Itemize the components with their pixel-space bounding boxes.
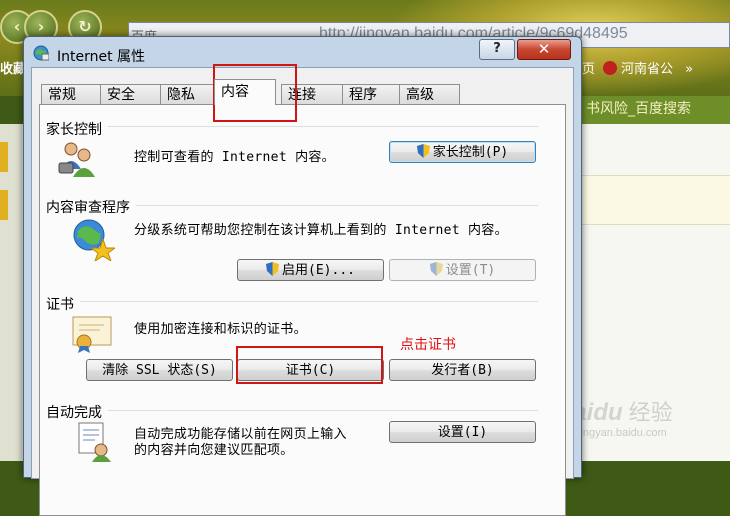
parental-section-title: 家长控制	[46, 119, 108, 139]
click-certificates-annotation: 点击证书	[400, 337, 456, 353]
enable-advisor-button-label: 启用(E)...	[282, 263, 355, 278]
page-left-strip	[0, 124, 22, 461]
tab-security[interactable]: 安全	[100, 84, 161, 104]
tab-privacy[interactable]: 隐私	[160, 84, 215, 104]
certificates-description: 使用加密连接和标识的证书。	[134, 322, 307, 337]
uac-shield-icon	[266, 262, 280, 276]
certificate-icon	[72, 316, 112, 353]
dialog-titlebar[interactable]: Internet 属性 ? ✕	[24, 37, 581, 71]
advisor-description: 分级系统可帮助您控制在该计算机上看到的 Internet 内容。	[134, 223, 508, 238]
favorites-bar-right: 页 河南省公 »	[582, 58, 693, 77]
tab-programs[interactable]: 程序	[342, 84, 400, 104]
parental-controls-button[interactable]: 家长控制(P)	[389, 141, 536, 163]
autocomplete-settings-button[interactable]: 设置(I)	[389, 421, 536, 443]
help-button[interactable]: ?	[479, 39, 515, 60]
clear-ssl-state-button[interactable]: 清除 SSL 状态(S)	[86, 359, 233, 381]
internet-properties-dialog: Internet 属性 ? ✕ 常规 安全 隐私 内容 连接 程序 高级 家长控…	[23, 36, 582, 516]
tab-content[interactable]: 内容	[214, 79, 276, 105]
certificates-section-title: 证书	[46, 294, 80, 314]
uac-shield-icon	[429, 262, 443, 276]
watermark-jingyan: 经验	[628, 400, 673, 425]
advisor-settings-button[interactable]: 设置(T)	[389, 259, 536, 281]
page-banner	[580, 175, 730, 225]
publishers-button[interactable]: 发行者(B)	[389, 359, 536, 381]
autocomplete-form-icon	[78, 422, 111, 462]
watermark-url: jingyan.baidu.com	[578, 427, 667, 439]
location-pin-icon	[603, 61, 618, 75]
close-button[interactable]: ✕	[517, 39, 571, 60]
certificates-button-highlight	[236, 346, 383, 384]
tab-general[interactable]: 常规	[41, 84, 101, 104]
dialog-title: Internet 属性	[57, 49, 146, 65]
autocomplete-description-line2: 的内容并向您建议匹配项。	[134, 443, 294, 458]
fav-item-henan[interactable]: 河南省公	[621, 62, 673, 77]
internet-globe-icon	[33, 45, 49, 61]
tab-advanced[interactable]: 高级	[399, 84, 460, 104]
parental-description: 控制可查看的 Internet 内容。	[134, 150, 335, 165]
parental-controls-button-label: 家长控制(P)	[432, 145, 509, 160]
content-advisor-icon	[73, 219, 115, 261]
advisor-settings-button-label: 设置(T)	[445, 263, 496, 278]
fav-item-page[interactable]: 页	[582, 62, 595, 77]
advisor-section-title: 内容审查程序	[46, 197, 136, 217]
parental-users-icon	[58, 142, 95, 177]
fav-more-chevron-icon[interactable]: »	[685, 62, 693, 77]
autocomplete-section-title: 自动完成	[46, 402, 108, 422]
enable-advisor-button[interactable]: 启用(E)...	[237, 259, 384, 281]
uac-shield-icon	[416, 144, 430, 158]
content-tab-panel: 家长控制 控制可查看的 Internet 内容。 家长控制(P) 内容审查程序 …	[39, 104, 566, 516]
browser-tab[interactable]: 书风险_百度搜索	[580, 96, 730, 124]
